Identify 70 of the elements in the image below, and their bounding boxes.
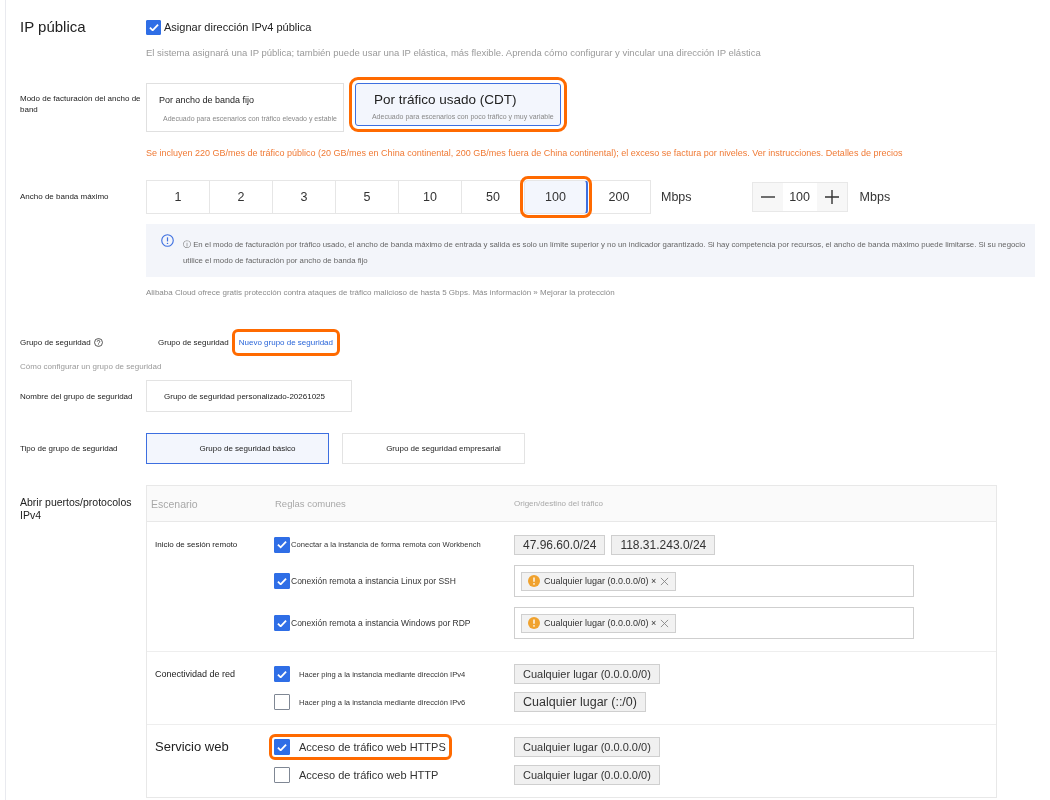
bandwidth-option[interactable]: 50	[461, 180, 525, 214]
decrement-button[interactable]	[752, 183, 783, 211]
source-tag: Cualquier lugar (0.0.0.0/0)	[514, 737, 660, 757]
unit-label: Mbps	[859, 190, 891, 204]
checkbox[interactable]	[274, 767, 290, 783]
checkmark-icon	[277, 576, 287, 586]
info-icon	[161, 234, 174, 247]
checkbox-label[interactable]: Asignar dirección IPv4 pública	[164, 21, 312, 33]
security-group-type-option[interactable]: Grupo de seguridad empresarial	[342, 433, 525, 464]
field-label: Abrir puertos/protocolos IPv4	[20, 496, 133, 522]
field-label: Ancho de banda máximo	[20, 191, 110, 202]
scenario-cell-text: Conectividad de red	[155, 668, 237, 681]
checkbox[interactable]	[274, 615, 290, 631]
checkmark-icon	[277, 618, 287, 628]
checkmark-icon	[277, 669, 287, 679]
field-label: Grupo de seguridad	[20, 337, 91, 348]
option-title: Por tráfico usado (CDT)	[372, 91, 518, 108]
increment-button[interactable]	[816, 183, 847, 211]
field-label: Modo de facturación del ancho de band	[20, 93, 142, 115]
bandwidth-option[interactable]: 3	[272, 180, 336, 214]
source-tag: Cualquier lugar (0.0.0.0/0)	[514, 765, 660, 785]
rule-label[interactable]: Conexión remota a instancia Windows por RDP	[291, 618, 471, 628]
security-group-value: Grupo de seguridad	[158, 337, 229, 348]
bandwidth-option[interactable]: 2	[209, 180, 273, 214]
close-icon[interactable]	[660, 618, 670, 628]
source-tag: Cualquier lugar (::/0)	[514, 692, 646, 712]
checkbox[interactable]	[274, 694, 290, 710]
name-input-field[interactable]: Grupo de seguridad personalizado-20261025	[146, 380, 352, 412]
rule-label[interactable]: Acceso de tráfico web HTTP	[299, 769, 439, 781]
column-header: Escenario	[150, 497, 199, 510]
tag-text: Cualquier lugar (0.0.0.0/0) ×	[544, 576, 657, 586]
checkbox[interactable]	[274, 536, 290, 553]
checkbox[interactable]	[274, 573, 290, 589]
field-label: Tipo de grupo de seguridad	[20, 443, 119, 454]
checkbox[interactable]	[274, 739, 290, 755]
source-tag: 118.31.243.0/24	[611, 534, 716, 555]
security-group-type-option[interactable]: Grupo de seguridad básico	[146, 433, 329, 464]
column-header: Origen/destino del tráfico	[514, 499, 603, 508]
bandwidth-option[interactable]: 1	[146, 180, 210, 214]
bandwidth-option[interactable]: 200	[587, 180, 651, 214]
pricing-note: Se incluyen 220 GB/mes de tráfico público (20 GB/mes en China continental, 200 GB/mes fuera de China continental); el exceso se factura por niveles. Ver instrucciones. Detalles de precios	[146, 147, 904, 159]
bandwidth-option[interactable]: 10	[398, 180, 462, 214]
new-security-group-link[interactable]: Nuevo grupo de seguridad	[231, 329, 340, 356]
column-header: Reglas comunes	[274, 498, 347, 509]
scenario-cell-text: Servicio web	[155, 738, 230, 756]
source-tag: 47.96.60.0/24	[514, 534, 606, 555]
bandwidth-option[interactable]: 5	[335, 180, 399, 214]
checkmark-icon	[277, 742, 287, 752]
checkmark-icon	[148, 22, 159, 32]
warning-icon	[528, 575, 540, 587]
tag-text: Cualquier lugar (0.0.0.0/0) ×	[544, 618, 657, 628]
scenario-cell-text: Inicio de sesión remoto	[155, 539, 239, 551]
rule-label[interactable]: Acceso de tráfico web HTTPS	[299, 741, 446, 753]
source-field[interactable]: Cualquier lugar (0.0.0.0/0) ×	[514, 607, 914, 639]
option-title: Por ancho de banda fijo	[159, 94, 256, 106]
warning-icon	[528, 617, 540, 629]
source-tag: Cualquier lugar (0.0.0.0/0)	[514, 664, 660, 684]
rule-label[interactable]: Conexión remota a instancia Linux por SSH	[291, 576, 456, 586]
source-field[interactable]: Cualquier lugar (0.0.0.0/0) ×	[514, 565, 914, 597]
help-icon[interactable]	[93, 338, 103, 347]
checkbox[interactable]	[146, 19, 161, 35]
close-icon[interactable]	[660, 576, 670, 586]
plus-icon	[824, 190, 839, 204]
unit-label: Mbps	[661, 190, 692, 204]
field-label: Nombre del grupo de seguridad	[20, 390, 134, 402]
help-text: Alibaba Cloud ofrece gratis protección contra ataques de tráfico malicioso de hasta 5 Gbps. Más información » Mejorar la protección	[146, 287, 616, 298]
checkmark-icon	[277, 540, 287, 549]
checkbox[interactable]	[274, 666, 290, 682]
field-label: IP pública	[20, 18, 87, 36]
help-text: El sistema asignará una IP pública; también puede usar una IP elástica, más flexible. Aprenda cómo configurar y vincular una dirección IP elástica	[146, 47, 762, 59]
